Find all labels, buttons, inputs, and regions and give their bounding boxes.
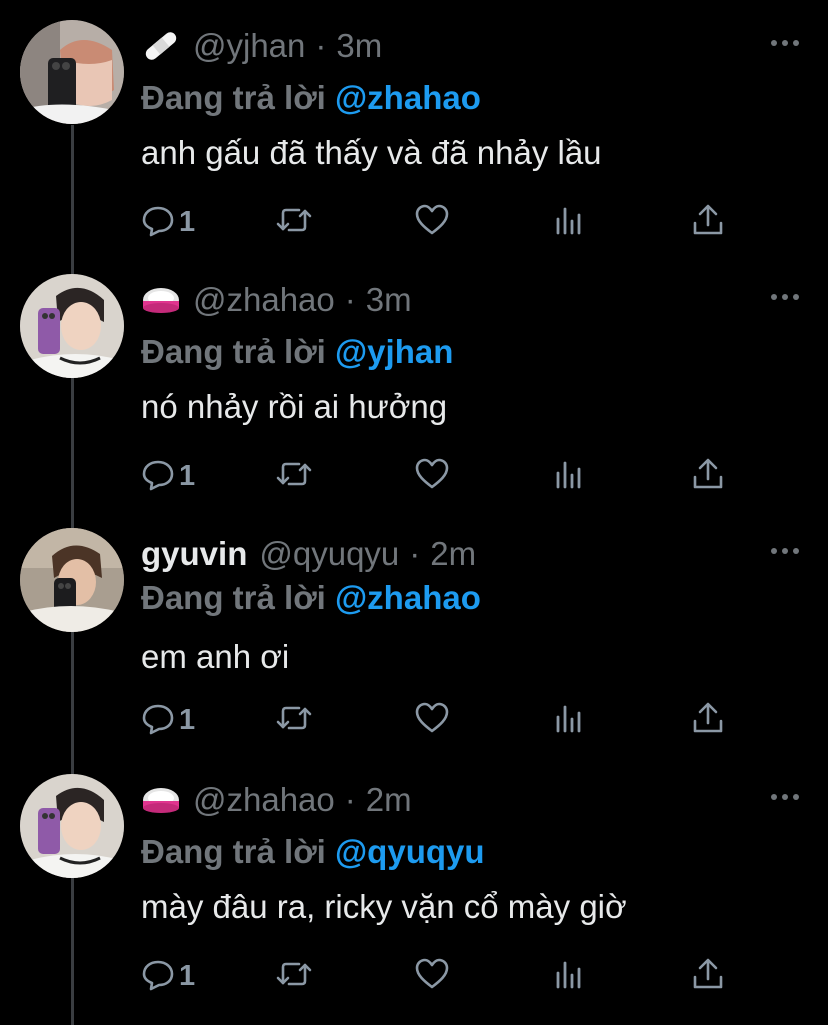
display-name[interactable]: gyuvin: [141, 535, 247, 573]
heart-icon: [414, 457, 450, 496]
reply-button[interactable]: 1: [141, 200, 195, 244]
timestamp[interactable]: 2m: [366, 781, 412, 819]
replying-to-mention[interactable]: @qyuqyu: [335, 833, 485, 870]
tweet-3[interactable]: gyuvin @qyuqyu · 2m Đang trả lời @zhahao…: [0, 508, 828, 758]
analytics-icon: [553, 957, 587, 996]
replying-to-label: Đang trả lời: [141, 579, 326, 616]
reply-icon: [141, 203, 175, 242]
reply-count: 1: [179, 459, 196, 492]
retweet-button[interactable]: [275, 698, 313, 742]
analytics-icon: [553, 701, 587, 740]
reply-icon: [141, 457, 175, 496]
timestamp[interactable]: 3m: [336, 27, 382, 65]
more-options-icon[interactable]: [770, 536, 800, 566]
views-button[interactable]: [553, 454, 587, 498]
tweet-text: mày đâu ra, ricky vặn cổ mày giờ: [141, 888, 627, 925]
avatar[interactable]: [20, 274, 124, 378]
timestamp[interactable]: 3m: [366, 281, 412, 319]
heart-icon: [414, 701, 450, 740]
share-icon: [691, 957, 725, 996]
reply-button[interactable]: 1: [141, 454, 195, 498]
tweet-text: nó nhảy rồi ai hưởng: [141, 388, 448, 425]
retweet-icon: [275, 701, 313, 740]
separator-dot: ·: [344, 281, 356, 318]
like-button[interactable]: [414, 698, 450, 742]
tweet-header: @yjhan · 3m: [141, 24, 382, 68]
replying-to: Đang trả lời @yjhan: [141, 333, 453, 371]
reply-count: 1: [179, 703, 196, 736]
tweet-text: anh gấu đã thấy và đã nhảy lầu: [141, 134, 602, 171]
tweet-4[interactable]: @zhahao · 2m Đang trả lời @qyuqyu mày đâ…: [0, 754, 828, 1004]
like-button[interactable]: [414, 200, 450, 244]
share-icon: [691, 457, 725, 496]
user-handle[interactable]: @zhahao: [193, 781, 335, 819]
separator-dot: ·: [315, 27, 327, 64]
separator-dot: ·: [344, 781, 356, 818]
reply-count: 1: [179, 959, 196, 992]
bandage-icon: [141, 29, 181, 63]
views-button[interactable]: [553, 698, 587, 742]
more-options-icon[interactable]: [770, 282, 800, 312]
retweet-button[interactable]: [275, 954, 313, 998]
heart-icon: [414, 203, 450, 242]
tweet-1[interactable]: @yjhan · 3m Đang trả lời @zhahao anh gấu…: [0, 0, 828, 250]
retweet-icon: [275, 457, 313, 496]
like-button[interactable]: [414, 454, 450, 498]
tweet-header: @zhahao · 2m: [141, 778, 412, 822]
reply-icon: [141, 957, 175, 996]
replying-to-mention[interactable]: @zhahao: [335, 579, 481, 616]
replying-to-label: Đang trả lời: [141, 833, 326, 870]
separator-dot: ·: [409, 535, 421, 572]
tweet-actions: 1: [141, 454, 741, 498]
user-handle[interactable]: @zhahao: [193, 281, 335, 319]
share-icon: [691, 701, 725, 740]
reply-button[interactable]: 1: [141, 954, 195, 998]
tweet-header: gyuvin @qyuqyu · 2m: [141, 532, 476, 576]
retweet-icon: [275, 203, 313, 242]
analytics-icon: [553, 457, 587, 496]
replying-to-label: Đang trả lời: [141, 79, 326, 116]
replying-to-mention[interactable]: @yjhan: [335, 333, 453, 370]
tweet-2[interactable]: @zhahao · 3m Đang trả lời @yjhan nó nhảy…: [0, 254, 828, 504]
reply-count: 1: [179, 205, 196, 238]
heart-icon: [414, 957, 450, 996]
reply-icon: [141, 701, 175, 740]
views-button[interactable]: [553, 200, 587, 244]
retweet-button[interactable]: [275, 454, 313, 498]
tweet-actions: 1: [141, 698, 741, 742]
share-button[interactable]: [691, 200, 725, 244]
tweet-actions: 1: [141, 200, 741, 244]
tweet-actions: 1: [141, 954, 741, 998]
retweet-button[interactable]: [275, 200, 313, 244]
tweet-text: em anh ơi: [141, 638, 290, 675]
reply-button[interactable]: 1: [141, 698, 195, 742]
analytics-icon: [553, 203, 587, 242]
more-options-icon[interactable]: [770, 28, 800, 58]
retweet-icon: [275, 957, 313, 996]
share-button[interactable]: [691, 454, 725, 498]
share-button[interactable]: [691, 954, 725, 998]
like-button[interactable]: [414, 954, 450, 998]
pink-ring-icon: [141, 283, 181, 317]
share-button[interactable]: [691, 698, 725, 742]
replying-to: Đang trả lời @qyuqyu: [141, 833, 485, 871]
timestamp[interactable]: 2m: [430, 535, 476, 573]
pink-ring-icon: [141, 783, 181, 817]
more-options-icon[interactable]: [770, 782, 800, 812]
tweet-header: @zhahao · 3m: [141, 278, 412, 322]
user-handle[interactable]: @qyuqyu: [259, 535, 399, 573]
replying-to-label: Đang trả lời: [141, 333, 326, 370]
views-button[interactable]: [553, 954, 587, 998]
avatar[interactable]: [20, 20, 124, 124]
user-handle[interactable]: @yjhan: [193, 27, 305, 65]
replying-to: Đang trả lời @zhahao: [141, 79, 481, 117]
avatar[interactable]: [20, 528, 124, 632]
share-icon: [691, 203, 725, 242]
replying-to: Đang trả lời @zhahao: [141, 579, 481, 617]
avatar[interactable]: [20, 774, 124, 878]
replying-to-mention[interactable]: @zhahao: [335, 79, 481, 116]
